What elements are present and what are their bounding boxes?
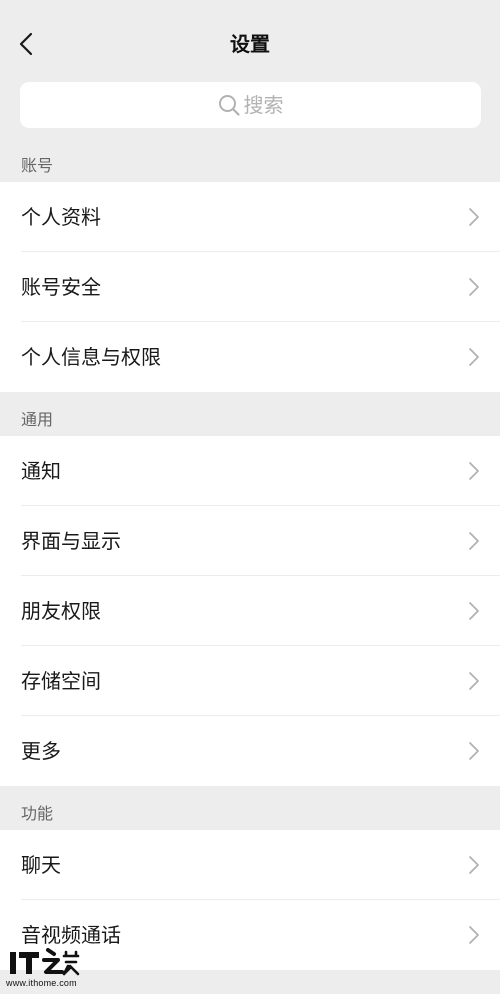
section-header-features: 功能 <box>0 786 500 830</box>
settings-item-profile[interactable]: 个人资料 <box>0 182 500 252</box>
item-label: 聊天 <box>21 853 61 877</box>
item-label: 存储空间 <box>21 669 101 693</box>
settings-item-more[interactable]: 更多 <box>0 716 500 786</box>
page-title: 设置 <box>230 32 270 56</box>
search-input[interactable]: 搜索 <box>20 82 481 128</box>
item-label: 个人信息与权限 <box>21 345 161 369</box>
section-label: 账号 <box>21 156 54 175</box>
ithome-logo <box>10 948 80 976</box>
settings-item-storage[interactable]: 存储空间 <box>0 646 500 716</box>
item-label: 朋友权限 <box>21 599 101 623</box>
item-label: 更多 <box>21 739 61 763</box>
chevron-right-icon <box>469 672 479 690</box>
chevron-right-icon <box>469 462 479 480</box>
settings-item-account-security[interactable]: 账号安全 <box>0 252 500 322</box>
navigation-bar: 设置 <box>0 0 500 88</box>
settings-item-notifications[interactable]: 通知 <box>0 436 500 506</box>
settings-item-friend-permissions[interactable]: 朋友权限 <box>0 576 500 646</box>
chevron-right-icon <box>469 926 479 944</box>
settings-item-display[interactable]: 界面与显示 <box>0 506 500 576</box>
section-header-general: 通用 <box>0 392 500 436</box>
group-account: 个人资料 账号安全 个人信息与权限 <box>0 182 500 392</box>
watermark-url: www.ithome.com <box>6 978 77 988</box>
search-placeholder: 搜索 <box>243 93 284 117</box>
search-icon <box>218 94 240 116</box>
chevron-right-icon <box>469 856 479 874</box>
section-header-account: 账号 <box>0 138 500 182</box>
ithome-watermark: www.ithome.com <box>4 946 84 992</box>
chevron-right-icon <box>469 278 479 296</box>
item-label: 个人资料 <box>21 205 101 229</box>
chevron-right-icon <box>469 348 479 366</box>
chevron-right-icon <box>469 532 479 550</box>
item-label: 通知 <box>21 459 61 483</box>
section-label: 功能 <box>21 804 54 823</box>
section-label: 通用 <box>21 410 54 429</box>
chevron-right-icon <box>469 602 479 620</box>
chevron-right-icon <box>469 208 479 226</box>
item-label: 账号安全 <box>21 275 101 299</box>
settings-item-chat[interactable]: 聊天 <box>0 830 500 900</box>
item-label: 音视频通话 <box>21 923 121 947</box>
group-general: 通知 界面与显示 朋友权限 存储空间 更多 <box>0 436 500 786</box>
chevron-right-icon <box>469 742 479 760</box>
settings-item-privacy-permissions[interactable]: 个人信息与权限 <box>0 322 500 392</box>
item-label: 界面与显示 <box>21 529 121 553</box>
